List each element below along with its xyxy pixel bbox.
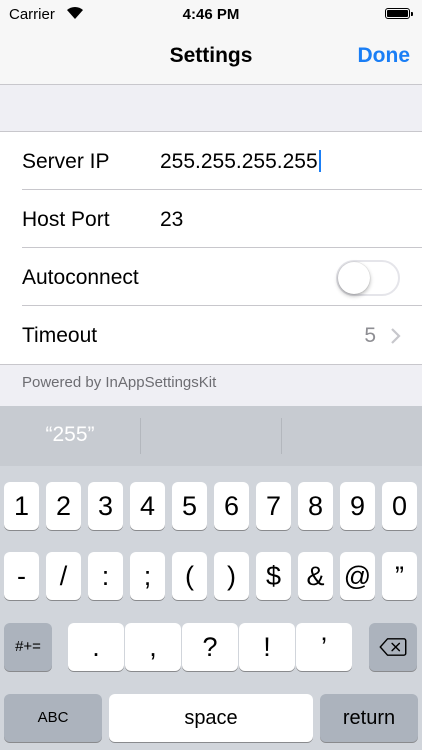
key-slash[interactable]: / xyxy=(46,552,81,600)
key-dollar[interactable]: $ xyxy=(256,552,291,600)
key-period[interactable]: . xyxy=(68,623,124,671)
settings-footer: Powered by InAppSettingsKit xyxy=(22,374,217,391)
settings-table: Server IP 255.255.255.255 Host Port 23 A… xyxy=(0,131,422,365)
key-7[interactable]: 7 xyxy=(256,482,291,530)
key-8[interactable]: 8 xyxy=(298,482,333,530)
timeout-row[interactable]: Timeout 5 xyxy=(0,306,422,364)
suggestion-1[interactable]: “255” xyxy=(0,406,140,466)
timeout-value: 5 xyxy=(364,324,376,347)
key-3[interactable]: 3 xyxy=(88,482,123,530)
status-bar: Carrier 4:46 PM xyxy=(0,0,422,30)
server-ip-label: Server IP xyxy=(22,150,110,173)
timeout-label: Timeout xyxy=(22,324,98,347)
server-ip-row[interactable]: Server IP 255.255.255.255 xyxy=(0,132,422,190)
chevron-right-icon xyxy=(391,328,401,344)
key-9[interactable]: 9 xyxy=(340,482,375,530)
suggestion-3[interactable] xyxy=(282,406,422,466)
server-ip-field[interactable]: 255.255.255.255 xyxy=(160,150,321,174)
server-ip-value: 255.255.255.255 xyxy=(160,150,318,173)
status-time: 4:46 PM xyxy=(182,6,240,23)
key-0[interactable]: 0 xyxy=(382,482,417,530)
key-exclamation[interactable]: ! xyxy=(239,623,295,671)
key-apostrophe[interactable]: ’ xyxy=(296,623,352,671)
autoconnect-label: Autoconnect xyxy=(22,266,139,289)
suggestion-bar: “255” xyxy=(0,406,422,466)
suggestion-2[interactable] xyxy=(141,406,281,466)
key-6[interactable]: 6 xyxy=(214,482,249,530)
host-port-label: Host Port xyxy=(22,208,110,231)
key-colon[interactable]: : xyxy=(88,552,123,600)
autoconnect-row: Autoconnect xyxy=(0,248,422,306)
key-2[interactable]: 2 xyxy=(46,482,81,530)
autoconnect-toggle[interactable] xyxy=(336,260,400,296)
keyboard: “255” 1 2 3 4 5 6 7 8 9 0 - / : ; ( ) $ … xyxy=(0,406,422,750)
space-key[interactable]: space xyxy=(109,694,313,742)
return-key[interactable]: return xyxy=(320,694,418,742)
key-quote[interactable]: ” xyxy=(382,552,417,600)
host-port-row[interactable]: Host Port 23 xyxy=(0,190,422,248)
key-ampersand[interactable]: & xyxy=(298,552,333,600)
delete-key[interactable] xyxy=(369,623,417,671)
key-4[interactable]: 4 xyxy=(130,482,165,530)
key-5[interactable]: 5 xyxy=(172,482,207,530)
done-button[interactable]: Done xyxy=(358,44,411,68)
key-at[interactable]: @ xyxy=(340,552,375,600)
key-semicolon[interactable]: ; xyxy=(130,552,165,600)
key-question[interactable]: ? xyxy=(182,623,238,671)
backspace-icon xyxy=(379,638,407,656)
text-cursor xyxy=(318,150,321,172)
key-comma[interactable]: , xyxy=(125,623,181,671)
key-hyphen[interactable]: - xyxy=(4,552,39,600)
key-1[interactable]: 1 xyxy=(4,482,39,530)
battery-icon xyxy=(385,8,413,19)
key-close-paren[interactable]: ) xyxy=(214,552,249,600)
key-open-paren[interactable]: ( xyxy=(172,552,207,600)
symbols-toggle-key[interactable]: #+= xyxy=(4,623,52,671)
abc-key[interactable]: ABC xyxy=(4,694,102,742)
host-port-field[interactable]: 23 xyxy=(160,208,183,232)
navigation-bar: Settings Done xyxy=(0,30,422,85)
